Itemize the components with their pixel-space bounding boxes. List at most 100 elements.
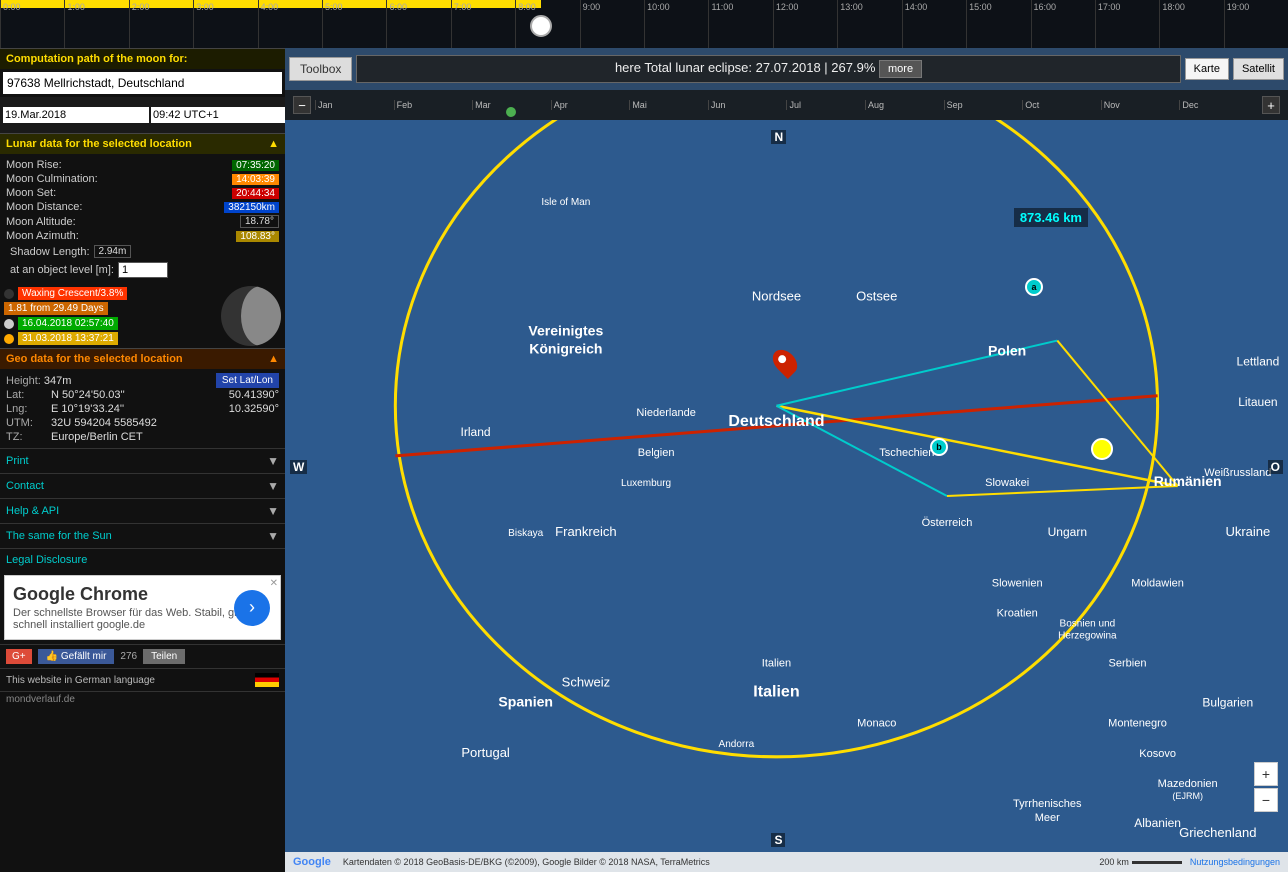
- hour-18: 18:00: [1159, 0, 1223, 48]
- yellow-line-1: [776, 406, 1177, 486]
- marker-a[interactable]: a: [1025, 278, 1043, 296]
- scale-line: [1132, 861, 1182, 864]
- scale-label: 200 km: [1099, 857, 1129, 867]
- hour-7: 7:00: [451, 0, 515, 48]
- height-value: 347m: [44, 375, 72, 387]
- month-sep: Sep: [944, 100, 1023, 110]
- distance-label: 873.46 km: [1014, 208, 1088, 227]
- marker-a-label: a: [1031, 282, 1036, 292]
- lat-value: N 50°24'50.03'': [51, 389, 125, 401]
- map-zoom-controls: + −: [1254, 762, 1278, 812]
- phase-details: Waxing Crescent/3.8% 1.81 from 29.49 Day…: [4, 286, 215, 346]
- month-jun: Jun: [708, 100, 787, 110]
- timeline-handle[interactable]: [530, 15, 552, 37]
- litauen-label-svg: Litauen: [1238, 395, 1277, 409]
- utm-row: UTM: 32U 594204 5585492: [6, 416, 279, 430]
- location-input[interactable]: [3, 72, 282, 94]
- satellit-button[interactable]: Satellit: [1233, 58, 1284, 80]
- gplus-button[interactable]: G+: [6, 649, 32, 664]
- ad-arrow-icon[interactable]: ›: [234, 590, 270, 626]
- nl-label-svg: Niederlande: [636, 407, 695, 419]
- herzegowina-label-svg: Herzegowina: [1058, 630, 1117, 641]
- map-area[interactable]: Toolbox here Total lunar eclipse: 27.07.…: [285, 48, 1288, 872]
- moon-alt-value: 18.78°: [240, 215, 279, 228]
- more-button[interactable]: more: [879, 60, 922, 78]
- moon-phase-row: Waxing Crescent/3.8% 1.81 from 29.49 Day…: [0, 284, 285, 348]
- phase-days-value: 1.81 from 29.49 Days: [4, 302, 108, 315]
- time-input[interactable]: [151, 107, 297, 123]
- new-moon-icon: [4, 334, 14, 344]
- lat-label: Lat:: [6, 389, 51, 401]
- website-url: mondverlauf.de: [6, 694, 75, 705]
- next-full-row: 16.04.2018 02:57:40: [4, 316, 215, 331]
- toolbox-button[interactable]: Toolbox: [289, 57, 352, 81]
- hour-16: 16:00: [1031, 0, 1095, 48]
- biskaya-label-svg: Biskaya: [508, 528, 543, 539]
- date-row: >|<: [0, 97, 285, 133]
- tz-value: Europe/Berlin CET: [51, 431, 143, 443]
- map-month-zoom-plus[interactable]: +: [1262, 96, 1280, 114]
- moon-rise-value: 07:35:20: [232, 160, 279, 171]
- map-month-zoom-minus[interactable]: −: [293, 96, 311, 114]
- hour-1: 1:00: [64, 0, 128, 48]
- moon-az-row: Moon Azimuth: 108.83°: [6, 229, 279, 243]
- timeline-bar[interactable]: 0:00 1:00 2:00 3:00 4:00 5:00 6:00 7:00 …: [0, 0, 1288, 48]
- contact-chevron: ▼: [267, 479, 279, 493]
- ostsee-label-svg: Ostsee: [856, 288, 897, 303]
- portugal-label-svg: Portugal: [461, 745, 510, 760]
- geo-expand-icon: ▲: [268, 353, 279, 365]
- moon-dist-value: 382150km: [224, 202, 279, 213]
- ad-close-icon[interactable]: ✕: [270, 578, 278, 589]
- fb-share-button[interactable]: Teilen: [143, 649, 185, 664]
- karte-button[interactable]: Karte: [1185, 58, 1229, 80]
- moon-culm-row: Moon Culmination: 14:03:39: [6, 172, 279, 186]
- next-new-row: 31.03.2018 13:37:21: [4, 331, 215, 346]
- frankreich-label-svg: Frankreich: [555, 524, 616, 539]
- print-link[interactable]: Print ▼: [0, 448, 285, 473]
- same-sun-link[interactable]: The same for the Sun ▼: [0, 523, 285, 548]
- italien-label-svg2: Italien: [753, 683, 799, 701]
- hour-2: 2:00: [129, 0, 193, 48]
- map-zoom-out-btn[interactable]: −: [1254, 788, 1278, 812]
- utm-value: 32U 594204 5585492: [51, 417, 157, 429]
- contact-link[interactable]: Contact ▼: [0, 473, 285, 498]
- date-input[interactable]: [3, 107, 149, 123]
- month-oct: Oct: [1022, 100, 1101, 110]
- shadow-label: Shadow Length:: [10, 246, 90, 258]
- contact-label: Contact: [6, 480, 44, 492]
- set-latlon-btn[interactable]: Set Lat/Lon: [216, 373, 279, 388]
- phase-label: Waxing Crescent/3.8%: [18, 287, 127, 300]
- moon-culm-value: 14:03:39: [232, 174, 279, 185]
- tyrr-label-svg: Tyrrhenisches: [1013, 798, 1082, 810]
- marker-b[interactable]: b: [930, 438, 948, 456]
- map-months: Jan Feb Mar Apr Mai Jun Jul Aug Sep Oct …: [315, 100, 1258, 110]
- geo-data-header[interactable]: Geo data for the selected location ▲: [0, 348, 285, 369]
- object-level-label: at an object level [m]:: [10, 264, 114, 276]
- moon-az-value: 108.83°: [236, 231, 279, 242]
- help-api-link[interactable]: Help & API ▼: [0, 498, 285, 523]
- moon-alt-row: Moon Altitude: 18.78°: [6, 214, 279, 229]
- map-top-bar: Toolbox here Total lunar eclipse: 27.07.…: [285, 48, 1288, 90]
- legal-link[interactable]: Legal Disclosure: [0, 548, 285, 571]
- map-overlay-svg: Vereinigtes Königreich Deutschland Polen…: [285, 120, 1288, 852]
- help-chevron: ▼: [267, 504, 279, 518]
- month-feb: Feb: [394, 100, 473, 110]
- hour-9: 9:00: [580, 0, 644, 48]
- map-zoom-in-btn[interactable]: +: [1254, 762, 1278, 786]
- ad-section: ✕ Google Chrome Der schnellste Browser f…: [4, 575, 281, 640]
- slowakei-label-svg: Slowakei: [985, 477, 1029, 489]
- fb-like-button[interactable]: 👍 Gefällt mir: [38, 649, 115, 664]
- lunar-expand-icon: ▲: [268, 138, 279, 150]
- object-level-input[interactable]: [118, 262, 168, 278]
- next-new-value: 31.03.2018 13:37:21: [18, 332, 118, 345]
- map-bottom-bar: Google Kartendaten © 2018 GeoBasis-DE/BK…: [285, 852, 1288, 872]
- scale-bar: 200 km: [1099, 857, 1182, 867]
- ukraina-label-svg: Ukraine: [1225, 524, 1270, 539]
- yellow-circle-marker[interactable]: [1091, 438, 1113, 460]
- lng-value: E 10°19'33.24'': [51, 403, 124, 415]
- moon-az-label: Moon Azimuth:: [6, 230, 79, 242]
- kroatien-label-svg: Kroatien: [997, 607, 1038, 619]
- map-background: Vereinigtes Königreich Deutschland Polen…: [285, 120, 1288, 852]
- terms-link[interactable]: Nutzungsbedingungen: [1190, 857, 1280, 867]
- language-row: This website in German language: [0, 668, 285, 691]
